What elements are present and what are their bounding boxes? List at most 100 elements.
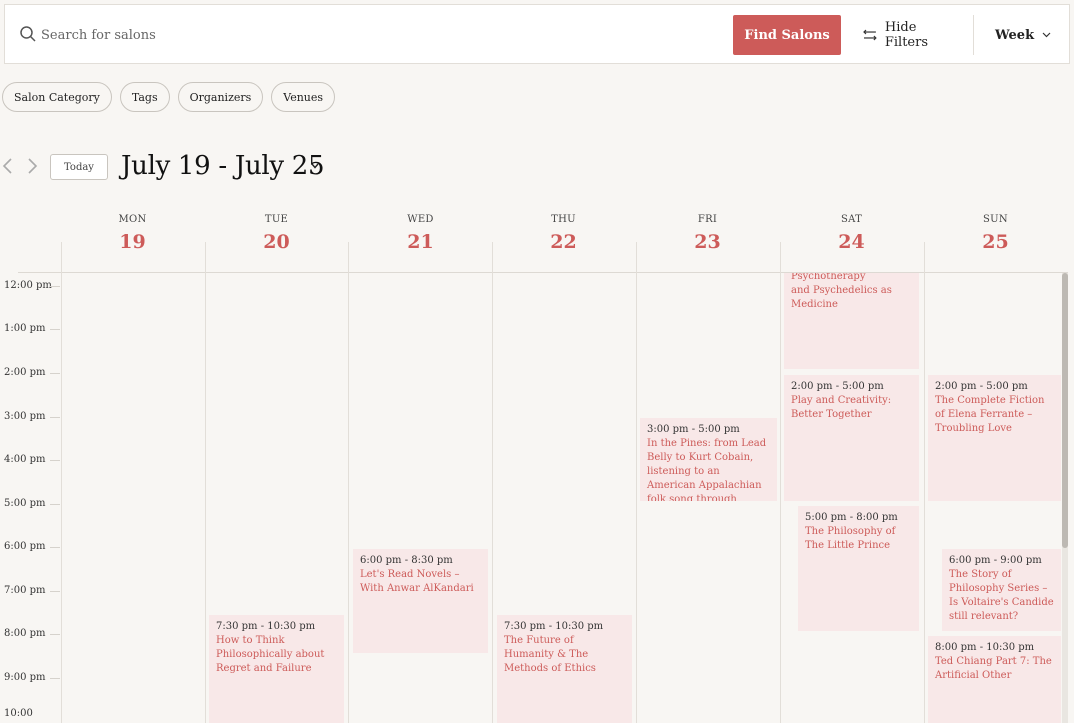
event-card[interactable]: Psychotherapy and Psychedelics as Medici… bbox=[784, 273, 919, 369]
chevron-right-icon[interactable] bbox=[24, 156, 40, 176]
column-divider bbox=[780, 242, 781, 723]
filter-pills: Salon Category Tags Organizers Venues bbox=[2, 82, 336, 112]
hour-tick bbox=[50, 504, 60, 505]
sliders-icon bbox=[863, 29, 877, 41]
day-of-week: SUN bbox=[983, 214, 1008, 225]
hour-label: 3:00 pm bbox=[4, 411, 46, 422]
day-header-fri: FRI 23 bbox=[636, 214, 779, 253]
hide-filters-label: Hide Filters bbox=[884, 20, 929, 50]
view-select-label: Week bbox=[995, 27, 1035, 43]
hour-tick bbox=[50, 373, 60, 374]
event-time: 6:00 pm - 9:00 pm bbox=[949, 555, 1042, 566]
event-time: 3:00 pm - 5:00 pm bbox=[647, 424, 740, 435]
hour-label: 10:00 bbox=[4, 708, 33, 719]
hour-label: 6:00 pm bbox=[4, 541, 46, 552]
event-card[interactable]: 2:00 pm - 5:00 pm Play and Creativity: B… bbox=[784, 375, 919, 501]
event-title: Let's Read Novels – With Anwar AlKandari bbox=[360, 569, 474, 594]
day-of-week: SAT bbox=[840, 214, 863, 225]
hour-label: 4:00 pm bbox=[4, 454, 46, 465]
day-header-mon: MON 19 bbox=[61, 214, 204, 253]
day-number: 21 bbox=[407, 231, 434, 253]
event-card[interactable]: 3:00 pm - 5:00 pm In the Pines: from Lea… bbox=[640, 418, 777, 501]
event-time: 8:00 pm - 10:30 pm bbox=[935, 642, 1035, 653]
hour-label: 9:00 pm bbox=[4, 672, 46, 683]
hour-label: 12:00 pm bbox=[4, 280, 52, 291]
hour-label: 8:00 pm bbox=[4, 628, 46, 639]
day-header-sat: SAT 24 bbox=[780, 214, 923, 253]
day-of-week: MON bbox=[118, 214, 147, 225]
hour-label: 1:00 pm bbox=[4, 323, 46, 334]
day-header-wed: WED 21 bbox=[349, 214, 492, 253]
event-card[interactable]: 6:00 pm - 9:00 pm The Story of Philosoph… bbox=[942, 549, 1061, 631]
filter-tags[interactable]: Tags bbox=[119, 82, 170, 112]
find-salons-button[interactable]: Find Salons bbox=[733, 15, 841, 55]
chevron-down-icon bbox=[1042, 32, 1051, 38]
hour-tick bbox=[50, 591, 60, 592]
day-number: 24 bbox=[838, 231, 865, 253]
hour-tick bbox=[50, 286, 60, 287]
view-select[interactable]: Week bbox=[995, 15, 1065, 55]
event-time: 7:30 pm - 10:30 pm bbox=[216, 621, 316, 632]
day-header-tue: TUE 20 bbox=[205, 214, 348, 253]
event-card[interactable]: 6:00 pm - 8:30 pm Let's Read Novels – Wi… bbox=[353, 549, 488, 653]
event-title: Ted Chiang Part 7: The Artificial Other bbox=[935, 656, 1052, 681]
event-time: 6:00 pm - 8:30 pm bbox=[360, 555, 453, 566]
hour-tick bbox=[50, 329, 60, 330]
event-title: The Future of Humanity & The Methods of … bbox=[504, 635, 596, 674]
filter-salon-category[interactable]: Salon Category bbox=[2, 82, 112, 112]
today-button[interactable]: Today bbox=[50, 154, 108, 180]
event-card[interactable]: 7:30 pm - 10:30 pm The Future of Humanit… bbox=[497, 615, 632, 723]
filter-organizers[interactable]: Organizers bbox=[177, 82, 264, 112]
hour-tick bbox=[50, 460, 60, 461]
chevron-down-icon[interactable] bbox=[309, 160, 321, 172]
column-divider bbox=[205, 242, 206, 723]
day-header-thu: THU 22 bbox=[492, 214, 635, 253]
event-title: The Philosophy of The Little Prince bbox=[805, 526, 896, 551]
column-divider bbox=[492, 242, 493, 723]
column-divider bbox=[636, 242, 637, 723]
day-number: 23 bbox=[694, 231, 721, 253]
day-number: 22 bbox=[550, 231, 577, 253]
column-divider bbox=[61, 242, 62, 723]
search-icon bbox=[20, 26, 36, 42]
day-number: 20 bbox=[263, 231, 290, 253]
hour-tick bbox=[50, 634, 60, 635]
event-card[interactable]: 8:00 pm - 10:30 pm Ted Chiang Part 7: Th… bbox=[928, 636, 1061, 723]
column-divider bbox=[924, 242, 925, 723]
filter-venues[interactable]: Venues bbox=[271, 82, 336, 112]
hour-label: 7:00 pm bbox=[4, 585, 46, 596]
event-time: 2:00 pm - 5:00 pm bbox=[935, 381, 1028, 392]
event-title: In the Pines: from Lead Belly to Kurt Co… bbox=[647, 438, 767, 501]
event-title-cut-off: Psychotherapy bbox=[791, 273, 866, 282]
event-title: How to Think Philosophically about Regre… bbox=[216, 635, 325, 674]
day-number: 25 bbox=[982, 231, 1009, 253]
search-input[interactable] bbox=[41, 21, 601, 49]
day-of-week: FRI bbox=[697, 214, 718, 225]
day-of-week: THU bbox=[551, 214, 576, 225]
day-header-sun: SUN 25 bbox=[924, 214, 1067, 253]
hour-label: 2:00 pm bbox=[4, 367, 46, 378]
hour-tick bbox=[50, 547, 60, 548]
day-of-week: WED bbox=[407, 214, 434, 225]
hour-tick bbox=[50, 678, 60, 679]
hour-label: 5:00 pm bbox=[4, 498, 46, 509]
scrollbar-thumb[interactable] bbox=[1062, 273, 1068, 548]
event-time: 5:00 pm - 8:00 pm bbox=[805, 512, 898, 523]
event-title: Play and Creativity: Better Together bbox=[791, 395, 892, 420]
event-time: 2:00 pm - 5:00 pm bbox=[791, 381, 884, 392]
divider bbox=[973, 15, 974, 55]
hour-tick bbox=[50, 417, 60, 418]
hide-filters-button[interactable]: Hide Filters bbox=[863, 15, 963, 55]
event-title: and Psychedelics as Medicine bbox=[791, 285, 892, 310]
event-card[interactable]: 7:30 pm - 10:30 pm How to Think Philosop… bbox=[209, 615, 344, 723]
event-card[interactable]: 2:00 pm - 5:00 pm The Complete Fiction o… bbox=[928, 375, 1061, 501]
event-card[interactable]: 5:00 pm - 8:00 pm The Philosophy of The … bbox=[798, 506, 919, 631]
search-bar: Find Salons Hide Filters Week bbox=[4, 4, 1070, 64]
chevron-left-icon[interactable] bbox=[0, 156, 16, 176]
event-time: 7:30 pm - 10:30 pm bbox=[504, 621, 604, 632]
event-title: The Story of Philosophy Series – Is Volt… bbox=[949, 569, 1054, 622]
day-number: 19 bbox=[119, 231, 146, 253]
event-title: The Complete Fiction of Elena Ferrante –… bbox=[935, 395, 1045, 434]
date-range-title[interactable]: July 19 - July 25 bbox=[121, 151, 325, 181]
column-divider bbox=[348, 242, 349, 723]
